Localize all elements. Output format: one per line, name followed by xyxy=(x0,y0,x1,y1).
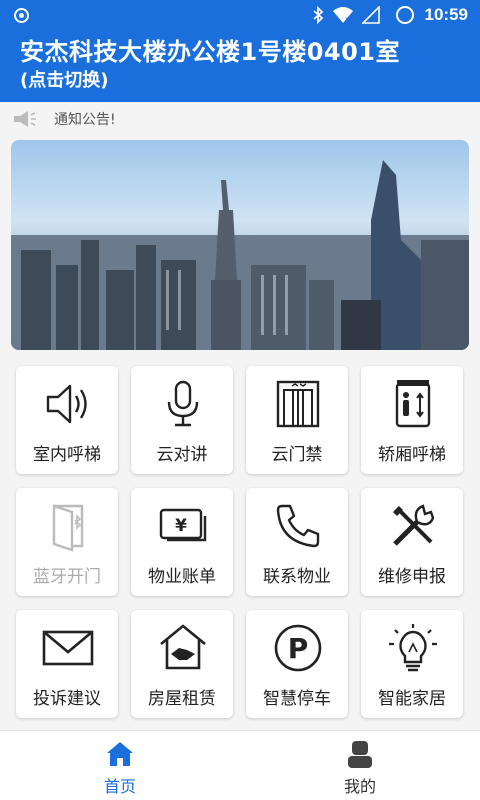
svg-text:x: x xyxy=(345,15,350,24)
tile-cabin-elevator-call[interactable]: 轿厢呼梯 xyxy=(361,366,463,474)
nav-home-label: 首页 xyxy=(103,777,136,796)
tile-property-bill[interactable]: ¥ 物业账单 xyxy=(131,488,233,596)
location-header[interactable]: 安杰科技大楼办公楼1号楼0401室 (点击切换) xyxy=(0,30,480,102)
parking-icon: P xyxy=(274,624,322,672)
notice-bar[interactable]: 通知公告! xyxy=(0,102,480,136)
home-icon xyxy=(107,742,133,766)
lightbulb-icon xyxy=(389,624,437,672)
tile-label: 智能家居 xyxy=(378,689,446,709)
status-bar: x 10:59 xyxy=(0,0,480,30)
tile-complaint-suggestion[interactable]: 投诉建议 xyxy=(16,610,118,718)
nav-mine[interactable]: 我的 xyxy=(240,731,480,800)
bottom-navigation: 首页 我的 xyxy=(0,730,480,800)
tile-bluetooth-open-door[interactable]: 蓝牙开门 xyxy=(16,488,118,596)
tile-cloud-access[interactable]: 云门禁 xyxy=(246,366,348,474)
tile-smart-home[interactable]: 智能家居 xyxy=(361,610,463,718)
system-icons: x xyxy=(312,5,380,25)
tile-label: 轿厢呼梯 xyxy=(378,445,446,465)
tile-house-rental[interactable]: 房屋租赁 xyxy=(131,610,233,718)
bluetooth-icon xyxy=(313,6,324,24)
speaker-icon xyxy=(46,384,87,424)
tile-label: 联系物业 xyxy=(263,567,331,587)
city-skyline-image xyxy=(11,160,469,350)
tile-label: 蓝牙开门 xyxy=(33,567,101,587)
wifi-icon: x xyxy=(333,7,353,24)
svg-text:P: P xyxy=(288,632,309,665)
house-handshake-icon xyxy=(160,624,206,670)
notice-text: 通知公告! xyxy=(54,112,116,128)
tile-label: 智慧停车 xyxy=(263,689,331,709)
phone-icon xyxy=(276,504,320,548)
money-bill-icon: ¥ xyxy=(159,508,207,542)
banner-image[interactable] xyxy=(11,140,469,350)
tile-label: 云门禁 xyxy=(271,445,323,465)
tile-label: 云对讲 xyxy=(156,445,208,465)
tile-label: 房屋租赁 xyxy=(148,689,216,709)
tile-repair-report[interactable]: 维修申报 xyxy=(361,488,463,596)
envelope-icon xyxy=(42,630,94,666)
tile-contact-property[interactable]: 联系物业 xyxy=(246,488,348,596)
location-title: 安杰科技大楼办公楼1号楼0401室 xyxy=(20,38,400,66)
elevator-door-icon xyxy=(276,380,320,428)
tile-indoor-elevator-call[interactable]: 室内呼梯 xyxy=(16,366,118,474)
notification-icon xyxy=(14,8,29,23)
switch-hint: (点击切换) xyxy=(20,70,109,91)
tile-smart-parking[interactable]: P 智慧停车 xyxy=(246,610,348,718)
data-saver-icon xyxy=(396,6,414,24)
tile-label: 室内呼梯 xyxy=(33,445,101,465)
status-time: 10:59 xyxy=(424,5,468,24)
bluetooth-door-icon xyxy=(52,504,84,552)
user-icon xyxy=(348,741,372,768)
tile-label: 维修申报 xyxy=(378,567,446,587)
tile-label: 投诉建议 xyxy=(33,689,101,709)
tile-cloud-intercom[interactable]: 云对讲 xyxy=(131,366,233,474)
announcement-icon xyxy=(14,111,36,127)
svg-text:¥: ¥ xyxy=(175,516,187,536)
nav-mine-label: 我的 xyxy=(343,777,376,796)
signal-icon xyxy=(362,6,380,24)
elevator-call-icon xyxy=(395,380,431,428)
repair-tools-icon xyxy=(393,504,435,546)
tile-label: 物业账单 xyxy=(148,567,216,587)
microphone-icon xyxy=(167,380,199,427)
nav-home[interactable]: 首页 xyxy=(0,731,240,800)
